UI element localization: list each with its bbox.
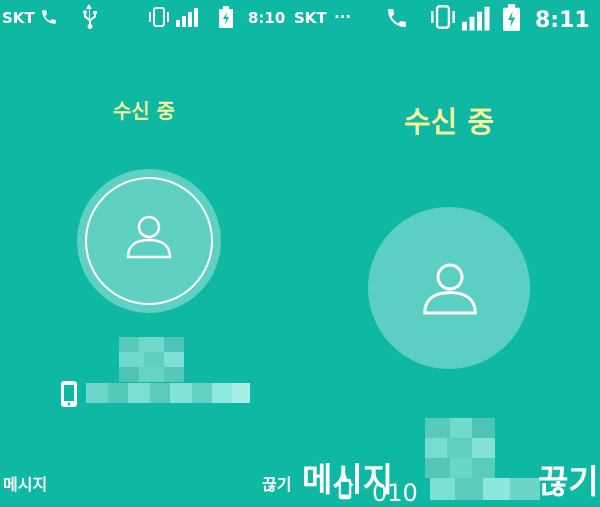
- status-carrier-right: SKT: [294, 9, 327, 27]
- caller-name-pixelated-left: [119, 337, 184, 382]
- end-call-button-right[interactable]: 끊기: [538, 455, 599, 503]
- incoming-call-title-left: 수신 중: [113, 99, 176, 123]
- mobile-phone-icon-right: [337, 478, 353, 500]
- caller-number-pixelated-left: [86, 383, 250, 403]
- status-time-right: 8:11: [535, 8, 590, 33]
- phone-call-icon-right: [385, 6, 409, 30]
- phone-call-icon: [40, 8, 58, 26]
- status-carrier-left: SKT: [2, 9, 35, 27]
- end-call-button-left[interactable]: 끊기: [262, 471, 291, 495]
- vibrate-icon: [148, 7, 170, 27]
- battery-charging-icon: [219, 6, 233, 28]
- person-icon-right: [420, 259, 480, 319]
- vibrate-icon-right: [430, 5, 456, 29]
- caller-number-pixelated-right: [430, 478, 540, 500]
- usb-icon: [78, 4, 100, 30]
- status-time-left: 8:10: [248, 9, 286, 27]
- message-button-left[interactable]: 메시지: [3, 471, 47, 495]
- person-icon: [124, 212, 174, 262]
- battery-charging-icon-right: [503, 4, 520, 31]
- mobile-phone-icon: [60, 380, 78, 408]
- signal-icon-right: [462, 5, 492, 31]
- caller-name-pixelated-right: [425, 418, 495, 478]
- caller-number-prefix-right: 010: [372, 479, 418, 507]
- caller-avatar-right: [368, 207, 530, 369]
- status-more-dots: ···: [334, 8, 352, 26]
- caller-avatar-left: [77, 169, 221, 313]
- signal-icon: [176, 7, 200, 27]
- incoming-call-title-right: 수신 중: [404, 105, 495, 139]
